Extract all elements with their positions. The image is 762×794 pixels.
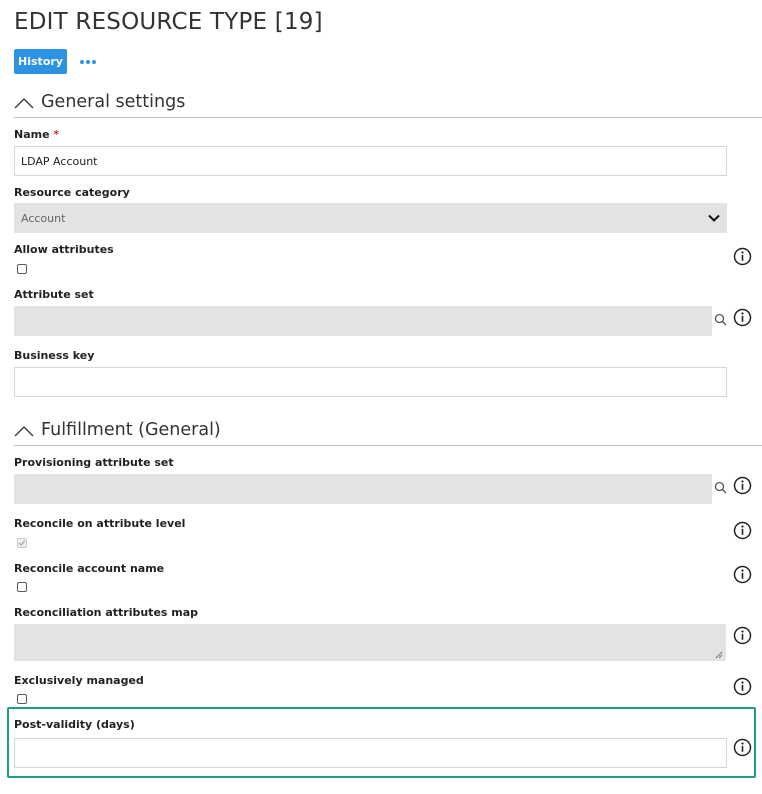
section-general-settings[interactable]: General settings bbox=[14, 92, 762, 118]
reconcile-on-attribute-level-label: Reconcile on attribute level bbox=[14, 517, 186, 530]
info-icon[interactable] bbox=[733, 738, 752, 757]
info-icon[interactable] bbox=[733, 565, 752, 584]
attribute-set-field[interactable] bbox=[14, 306, 712, 336]
page-title: EDIT RESOURCE TYPE [19] bbox=[14, 9, 323, 35]
allow-attributes-label: Allow attributes bbox=[14, 243, 114, 256]
search-icon[interactable] bbox=[714, 313, 727, 326]
required-mark: * bbox=[53, 128, 60, 141]
section-title: General settings bbox=[41, 92, 186, 112]
resize-handle-icon[interactable] bbox=[715, 651, 723, 659]
name-field[interactable]: LDAP Account bbox=[14, 146, 727, 176]
resource-category-select[interactable]: Account bbox=[14, 203, 727, 233]
info-icon[interactable] bbox=[733, 521, 752, 540]
reconcile-account-name-label: Reconcile account name bbox=[14, 562, 165, 575]
business-key-label: Business key bbox=[14, 349, 95, 362]
reconcile-account-name-checkbox[interactable] bbox=[17, 582, 27, 592]
search-icon[interactable] bbox=[714, 481, 727, 494]
allow-attributes-checkbox[interactable] bbox=[17, 264, 27, 274]
info-icon[interactable] bbox=[733, 308, 752, 327]
section-fulfillment-general[interactable]: Fulfillment (General) bbox=[14, 420, 762, 446]
reconciliation-attributes-map-textarea[interactable] bbox=[14, 624, 726, 661]
more-options-icon[interactable] bbox=[80, 60, 96, 64]
provisioning-attribute-set-field[interactable] bbox=[14, 474, 712, 504]
reconcile-on-attribute-level-checkbox[interactable] bbox=[17, 538, 27, 548]
info-icon[interactable] bbox=[733, 677, 752, 696]
name-label: Name * bbox=[14, 128, 60, 141]
business-key-field[interactable] bbox=[14, 367, 727, 397]
section-title: Fulfillment (General) bbox=[41, 420, 221, 440]
exclusively-managed-label: Exclusively managed bbox=[14, 674, 144, 687]
chevron-up-icon bbox=[14, 97, 34, 109]
history-button[interactable]: History bbox=[14, 49, 67, 74]
post-validity-days-field[interactable] bbox=[14, 738, 727, 768]
reconciliation-attributes-map-label: Reconciliation attributes map bbox=[14, 606, 199, 619]
info-icon[interactable] bbox=[733, 476, 752, 495]
chevron-down-icon bbox=[708, 214, 720, 222]
attribute-set-label: Attribute set bbox=[14, 288, 94, 301]
chevron-up-icon bbox=[14, 425, 34, 437]
exclusively-managed-checkbox[interactable] bbox=[17, 694, 27, 704]
checkmark-icon bbox=[18, 540, 26, 546]
info-icon[interactable] bbox=[733, 626, 752, 645]
info-icon[interactable] bbox=[733, 247, 752, 266]
resource-category-label: Resource category bbox=[14, 186, 130, 199]
post-validity-days-label: Post-validity (days) bbox=[14, 718, 135, 731]
provisioning-attribute-set-label: Provisioning attribute set bbox=[14, 456, 174, 469]
